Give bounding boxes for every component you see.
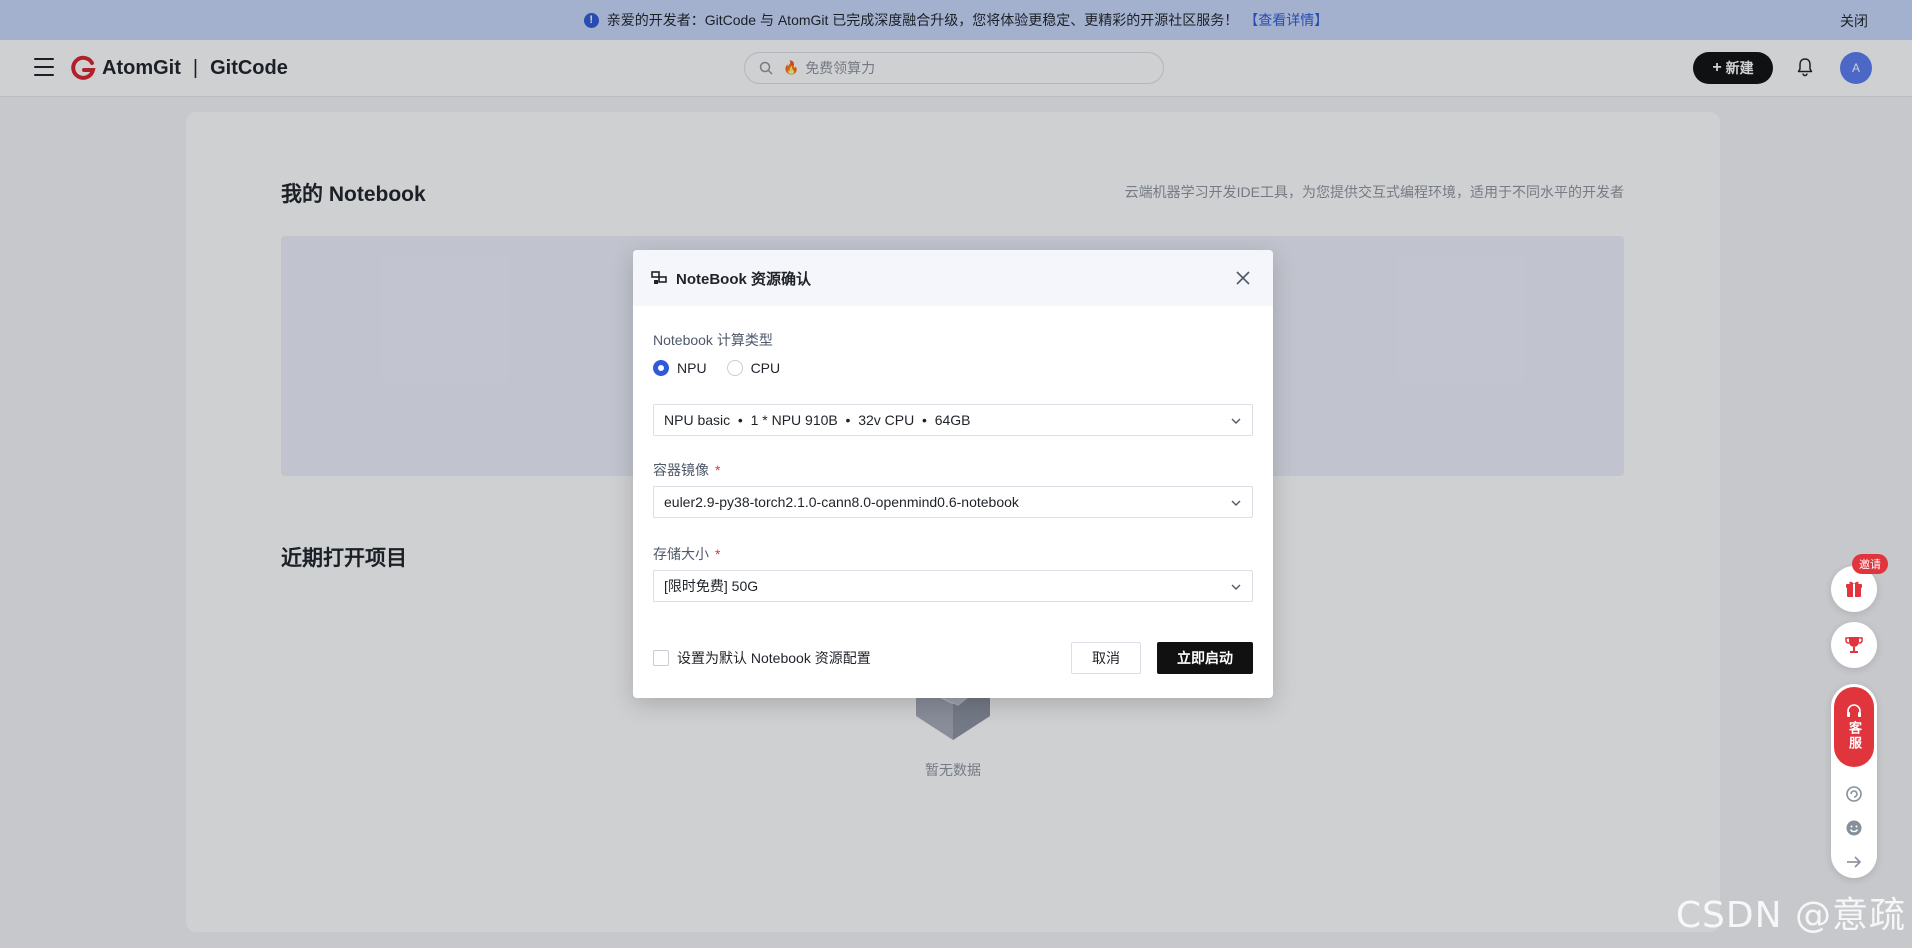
chevron-down-icon bbox=[1231, 500, 1241, 506]
chevron-down-icon bbox=[1231, 418, 1241, 424]
floating-help-panel: 客服 bbox=[1831, 684, 1877, 878]
compute-type-label: Notebook 计算类型 bbox=[653, 332, 773, 348]
checkbox-box bbox=[653, 650, 669, 666]
default-config-label: 设置为默认 Notebook 资源配置 bbox=[677, 650, 871, 666]
default-config-checkbox[interactable]: 设置为默认 Notebook 资源配置 bbox=[653, 648, 871, 668]
notebook-resource-dialog: NoteBook 资源确认 Notebook 计算类型 NPU CPU NPU … bbox=[633, 250, 1273, 698]
customer-service-label: 客服 bbox=[1847, 721, 1862, 751]
storage-select-value: [限时免费] 50G bbox=[664, 578, 759, 594]
csdn-watermark: CSDN @意疏 bbox=[1675, 895, 1906, 936]
chevron-down-icon bbox=[1231, 584, 1241, 590]
storage-label: 存储大小 * bbox=[653, 544, 720, 564]
radio-npu-dot bbox=[653, 360, 669, 376]
gift-icon bbox=[1846, 581, 1862, 597]
collapse-arrow-icon[interactable] bbox=[1844, 852, 1864, 872]
radio-cpu-dot bbox=[726, 360, 743, 376]
image-label: 容器镜像 * bbox=[653, 460, 720, 480]
storage-select[interactable]: [限时免费] 50G bbox=[653, 570, 1253, 602]
storage-label-text: 存储大小 bbox=[653, 546, 709, 562]
compute-type-radio-group: NPU CPU bbox=[653, 360, 800, 376]
storage-required-mark: * bbox=[715, 546, 721, 562]
spec-select[interactable]: NPU basic • 1 * NPU 910B • 32v CPU • 64G… bbox=[653, 404, 1253, 436]
spec-select-value: NPU basic • 1 * NPU 910B • 32v CPU • 64G… bbox=[664, 412, 971, 428]
start-now-button[interactable]: 立即启动 bbox=[1157, 642, 1253, 674]
image-label-text: 容器镜像 bbox=[653, 462, 709, 478]
trophy-icon bbox=[1845, 637, 1863, 653]
dialog-header: NoteBook 资源确认 bbox=[633, 250, 1273, 306]
radio-cpu[interactable]: CPU bbox=[726, 360, 781, 376]
cancel-button[interactable]: 取消 bbox=[1071, 642, 1141, 674]
image-select[interactable]: euler2.9-py38-torch2.1.0-cann8.0-openmin… bbox=[653, 486, 1253, 518]
dialog-title: NoteBook 资源确认 bbox=[676, 271, 812, 288]
radio-cpu-label: CPU bbox=[750, 360, 781, 376]
notebook-icon bbox=[651, 271, 667, 284]
image-required-mark: * bbox=[715, 462, 721, 478]
refresh-icon[interactable] bbox=[1844, 784, 1864, 804]
radio-npu[interactable]: NPU bbox=[653, 360, 707, 376]
radio-npu-label: NPU bbox=[677, 360, 707, 376]
smiley-feedback-icon[interactable] bbox=[1844, 818, 1864, 838]
customer-service-button[interactable]: 客服 bbox=[1834, 687, 1874, 767]
invite-badge: 邀请 bbox=[1852, 554, 1888, 574]
headset-icon bbox=[1847, 704, 1861, 717]
trophy-button[interactable] bbox=[1831, 622, 1877, 668]
close-icon[interactable] bbox=[1233, 268, 1253, 288]
image-select-value: euler2.9-py38-torch2.1.0-cann8.0-openmin… bbox=[664, 494, 1019, 510]
